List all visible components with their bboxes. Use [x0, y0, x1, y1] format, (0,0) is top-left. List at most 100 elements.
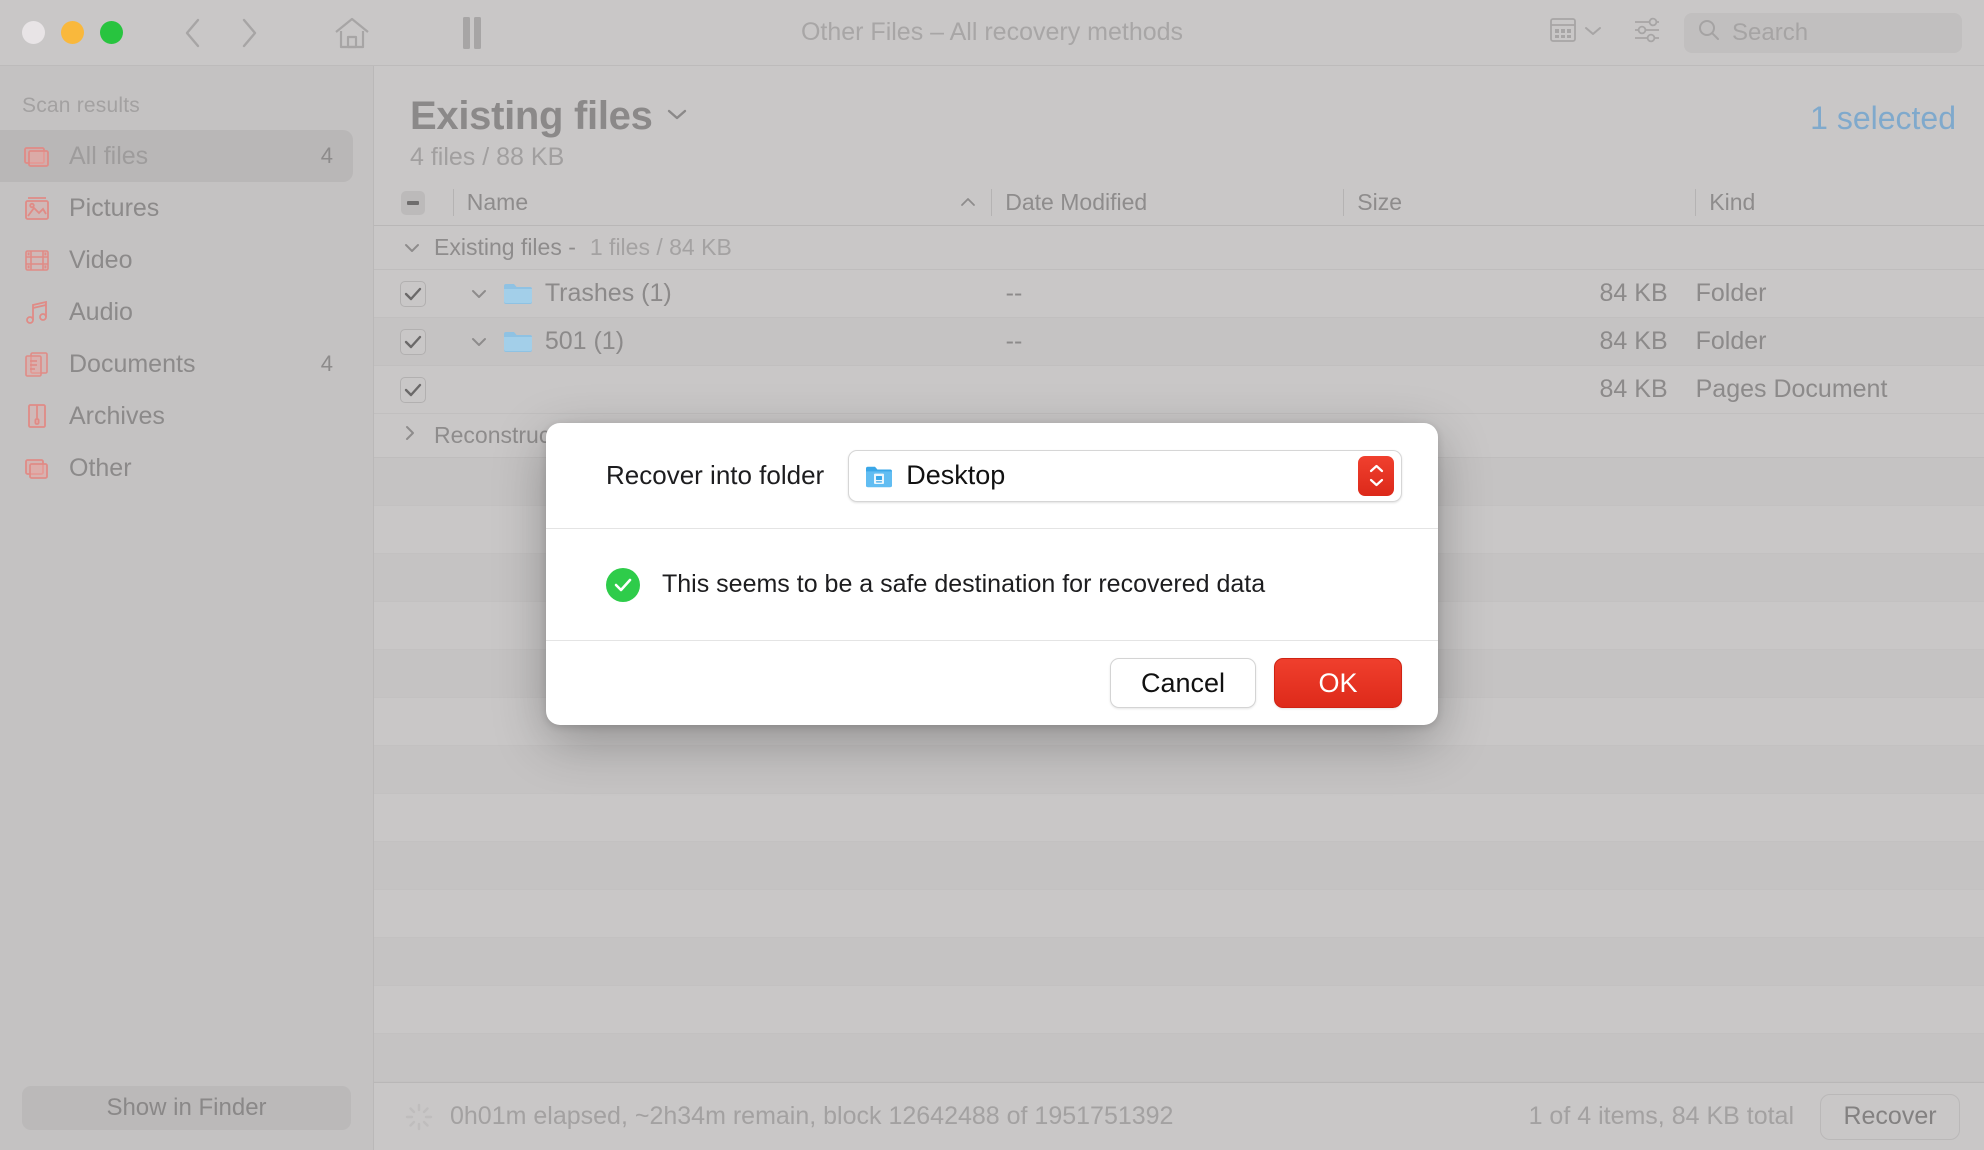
toolbar-nav-group [165, 10, 517, 56]
row-kind: Pages Document [1696, 375, 1984, 404]
sliders-icon [1630, 13, 1664, 52]
group-meta: 1 files / 84 KB [590, 234, 732, 261]
row-name: 501 (1) [545, 327, 624, 356]
sidebar-item-documents[interactable]: Documents 4 [0, 338, 353, 390]
search-input[interactable]: Search [1732, 19, 1808, 47]
content-header-left: Existing files 4 files / 88 KB [410, 94, 688, 172]
group-row-existing-files[interactable]: Existing files - 1 files / 84 KB [374, 226, 1984, 270]
empty-row [374, 938, 1984, 986]
cancel-button[interactable]: Cancel [1110, 658, 1256, 708]
home-button[interactable] [277, 10, 427, 56]
destination-folder-popup[interactable]: Desktop [848, 450, 1402, 502]
disclosure-open-icon[interactable] [467, 336, 491, 347]
empty-row [374, 794, 1984, 842]
column-label: Name [467, 189, 528, 216]
sidebar-item-label: Archives [69, 402, 165, 431]
status-bar-right: 1 of 4 items, 84 KB total Recover [1529, 1094, 1960, 1140]
group-label: Existing files - [434, 234, 576, 261]
search-icon [1697, 18, 1721, 47]
dialog-status-row: This seems to be a safe destination for … [546, 529, 1438, 641]
column-label: Date Modified [1005, 189, 1147, 216]
empty-row [374, 986, 1984, 1034]
mixed-state-checkbox[interactable] [401, 191, 425, 215]
row-checkbox[interactable] [374, 377, 453, 403]
sidebar-item-audio[interactable]: Audio [0, 286, 353, 338]
forward-button[interactable] [221, 10, 277, 56]
sidebar-item-pictures[interactable]: Pictures [0, 182, 353, 234]
row-kind: Folder [1696, 279, 1984, 308]
back-button[interactable] [165, 10, 221, 56]
sort-ascending-caret [959, 192, 977, 213]
dialog-button-row: Cancel OK [546, 641, 1438, 725]
other-icon [22, 453, 52, 483]
row-size: 84 KB [1344, 375, 1696, 404]
ok-button[interactable]: OK [1274, 658, 1402, 708]
empty-row [374, 1034, 1984, 1082]
column-header-size[interactable]: Size [1343, 180, 1695, 225]
chevron-left-icon [181, 15, 205, 51]
search-field[interactable]: Search [1684, 13, 1962, 53]
sidebar-item-all-files[interactable]: All files 4 [0, 130, 353, 182]
progress-spinner-icon [404, 1102, 434, 1132]
row-name: Trashes (1) [545, 279, 672, 308]
column-label: Size [1357, 189, 1402, 216]
all-files-icon [22, 141, 52, 171]
close-button[interactable] [22, 21, 45, 44]
empty-row [374, 890, 1984, 938]
home-icon [333, 16, 371, 50]
row-date: -- [992, 327, 1344, 356]
minimize-button[interactable] [61, 21, 84, 44]
chevron-right-icon [237, 15, 261, 51]
scope-selector[interactable]: Existing files [410, 94, 688, 139]
up-down-stepper-icon[interactable] [1358, 456, 1394, 496]
maximize-button[interactable] [100, 21, 123, 44]
progress-status-text: 0h01m elapsed, ~2h34m remain, block 1264… [450, 1102, 1173, 1131]
checkmark-icon [404, 383, 422, 397]
select-all-checkbox[interactable] [374, 180, 453, 225]
sidebar-item-other[interactable]: Other [0, 442, 353, 494]
dialog-destination-row: Recover into folder Desktop [546, 423, 1438, 529]
disclosure-closed-icon[interactable] [404, 424, 420, 447]
dash-icon [407, 201, 419, 205]
empty-row [374, 842, 1984, 890]
filter-options-button[interactable] [1620, 13, 1674, 52]
sidebar-item-label: Video [69, 246, 133, 275]
column-header-name[interactable]: Name [453, 180, 992, 225]
grid-view-icon [1548, 15, 1578, 50]
sidebar-item-label: Documents [69, 350, 195, 379]
page-subtitle: 4 files / 88 KB [410, 143, 688, 172]
sidebar-section-title: Scan results [0, 88, 373, 130]
row-size: 84 KB [1344, 279, 1696, 308]
column-label: Kind [1709, 189, 1755, 216]
sidebar: Scan results All files 4 [0, 66, 374, 1150]
sidebar-item-label: Pictures [69, 194, 159, 223]
table-row[interactable]: 501 (1) -- 84 KB Folder [374, 318, 1984, 366]
column-header-kind[interactable]: Kind [1695, 180, 1984, 225]
sidebar-item-count: 4 [321, 143, 333, 169]
checkmark-icon [404, 287, 422, 301]
row-checkbox[interactable] [374, 281, 453, 307]
chevron-down-icon [1584, 24, 1602, 42]
table-row[interactable]: Trashes (1) -- 84 KB Folder [374, 270, 1984, 318]
selected-items-summary: 1 of 4 items, 84 KB total [1529, 1102, 1794, 1131]
checked-checkbox[interactable] [400, 329, 426, 355]
checked-checkbox[interactable] [400, 281, 426, 307]
pause-button[interactable] [427, 10, 517, 56]
table-row[interactable]: 84 KB Pages Document [374, 366, 1984, 414]
sidebar-item-video[interactable]: Video [0, 234, 353, 286]
row-checkbox[interactable] [374, 329, 453, 355]
disclosure-open-icon[interactable] [467, 288, 491, 299]
folder-icon [503, 281, 533, 307]
checked-checkbox[interactable] [400, 377, 426, 403]
empty-row [374, 746, 1984, 794]
disclosure-open-icon[interactable] [404, 236, 420, 259]
sidebar-item-label: Audio [69, 298, 133, 327]
view-options-button[interactable] [1540, 15, 1610, 50]
chevron-down-icon[interactable] [666, 107, 688, 126]
sidebar-item-label: All files [69, 142, 148, 171]
show-in-finder-button[interactable]: Show in Finder [22, 1086, 351, 1130]
column-header-date-modified[interactable]: Date Modified [991, 180, 1343, 225]
recover-destination-dialog: Recover into folder Desktop This seem [546, 423, 1438, 725]
recover-button[interactable]: Recover [1820, 1094, 1960, 1140]
sidebar-item-archives[interactable]: Archives [0, 390, 353, 442]
